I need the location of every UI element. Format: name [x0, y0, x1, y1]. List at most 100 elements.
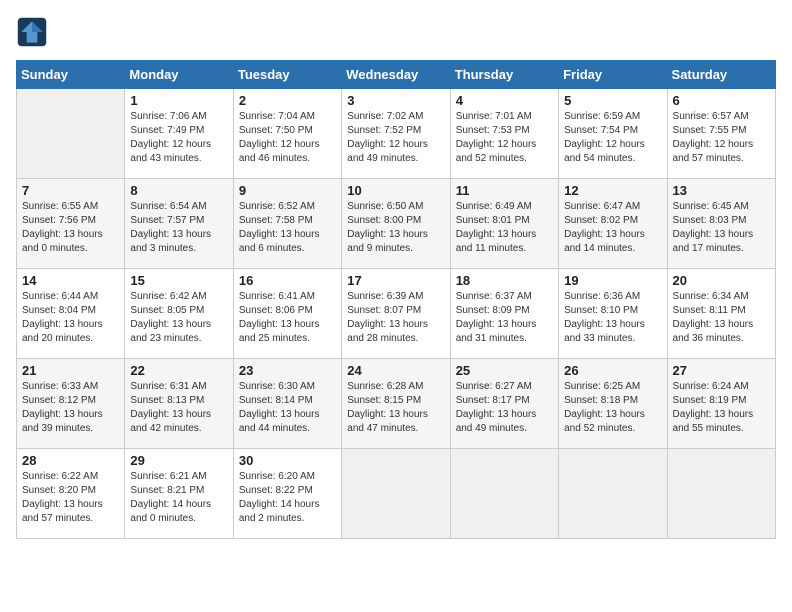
day-number: 20 — [673, 273, 770, 288]
day-number: 1 — [130, 93, 227, 108]
day-info: Sunrise: 6:57 AMSunset: 7:55 PMDaylight:… — [673, 110, 770, 166]
calendar-cell: 29 Sunrise: 6:21 AMSunset: 8:21 PMDayligh… — [125, 449, 233, 539]
calendar-cell: 9 Sunrise: 6:52 AMSunset: 7:58 PMDaylight… — [233, 179, 341, 269]
day-number: 2 — [239, 93, 336, 108]
day-number: 9 — [239, 183, 336, 198]
day-info: Sunrise: 6:31 AMSunset: 8:13 PMDaylight:… — [130, 380, 227, 436]
calendar-cell: 6 Sunrise: 6:57 AMSunset: 7:55 PMDaylight… — [667, 89, 775, 179]
calendar-cell — [559, 449, 667, 539]
calendar-cell: 7Sunrise: 6:55 AMSunset: 7:56 PMDaylight… — [17, 179, 125, 269]
calendar-cell: 10 Sunrise: 6:50 AMSunset: 8:00 PMDayligh… — [342, 179, 450, 269]
day-info: Sunrise: 6:59 AMSunset: 7:54 PMDaylight:… — [564, 110, 661, 166]
day-info: Sunrise: 6:49 AMSunset: 8:01 PMDaylight:… — [456, 200, 553, 256]
day-info: Sunrise: 6:52 AMSunset: 7:58 PMDaylight:… — [239, 200, 336, 256]
calendar-cell: 2 Sunrise: 7:04 AMSunset: 7:50 PMDaylight… — [233, 89, 341, 179]
column-header-tuesday: Tuesday — [233, 61, 341, 89]
day-info: Sunrise: 6:47 AMSunset: 8:02 PMDaylight:… — [564, 200, 661, 256]
day-info: Sunrise: 6:20 AMSunset: 8:22 PMDaylight:… — [239, 470, 336, 526]
calendar-cell: 22 Sunrise: 6:31 AMSunset: 8:13 PMDayligh… — [125, 359, 233, 449]
day-number: 22 — [130, 363, 227, 378]
column-header-monday: Monday — [125, 61, 233, 89]
day-info: Sunrise: 6:33 AMSunset: 8:12 PMDaylight:… — [22, 380, 119, 436]
day-info: Sunrise: 6:36 AMSunset: 8:10 PMDaylight:… — [564, 290, 661, 346]
day-info: Sunrise: 7:01 AMSunset: 7:53 PMDaylight:… — [456, 110, 553, 166]
day-info: Sunrise: 6:28 AMSunset: 8:15 PMDaylight:… — [347, 380, 444, 436]
calendar-cell: 28 Sunrise: 6:22 AMSunset: 8:20 PMDayligh… — [17, 449, 125, 539]
calendar-cell — [450, 449, 558, 539]
day-number: 16 — [239, 273, 336, 288]
column-header-wednesday: Wednesday — [342, 61, 450, 89]
day-info: Sunrise: 6:21 AMSunset: 8:21 PMDaylight:… — [130, 470, 227, 526]
calendar-cell — [342, 449, 450, 539]
calendar-cell: 1 Sunrise: 7:06 AMSunset: 7:49 PMDaylight… — [125, 89, 233, 179]
calendar-week-row: 21 Sunrise: 6:33 AMSunset: 8:12 PMDayligh… — [17, 359, 776, 449]
calendar-week-row: 28 Sunrise: 6:22 AMSunset: 8:20 PMDayligh… — [17, 449, 776, 539]
calendar-cell: 15 Sunrise: 6:42 AMSunset: 8:05 PMDayligh… — [125, 269, 233, 359]
day-info: Sunrise: 6:54 AMSunset: 7:57 PMDaylight:… — [130, 200, 227, 256]
day-number: 13 — [673, 183, 770, 198]
day-info: Sunrise: 6:42 AMSunset: 8:05 PMDaylight:… — [130, 290, 227, 346]
day-number: 12 — [564, 183, 661, 198]
day-number: 3 — [347, 93, 444, 108]
calendar-cell: 12 Sunrise: 6:47 AMSunset: 8:02 PMDayligh… — [559, 179, 667, 269]
calendar-cell — [667, 449, 775, 539]
calendar-week-row: 1 Sunrise: 7:06 AMSunset: 7:49 PMDaylight… — [17, 89, 776, 179]
day-info: Sunrise: 7:04 AMSunset: 7:50 PMDaylight:… — [239, 110, 336, 166]
day-info: Sunrise: 6:25 AMSunset: 8:18 PMDaylight:… — [564, 380, 661, 436]
day-info: Sunrise: 6:34 AMSunset: 8:11 PMDaylight:… — [673, 290, 770, 346]
day-number: 14 — [22, 273, 119, 288]
calendar-week-row: 14 Sunrise: 6:44 AMSunset: 8:04 PMDayligh… — [17, 269, 776, 359]
day-number: 4 — [456, 93, 553, 108]
day-number: 18 — [456, 273, 553, 288]
logo — [16, 16, 52, 48]
day-info: Sunrise: 6:44 AMSunset: 8:04 PMDaylight:… — [22, 290, 119, 346]
day-info: Sunrise: 6:24 AMSunset: 8:19 PMDaylight:… — [673, 380, 770, 436]
day-info: Sunrise: 6:27 AMSunset: 8:17 PMDaylight:… — [456, 380, 553, 436]
calendar-cell: 8 Sunrise: 6:54 AMSunset: 7:57 PMDaylight… — [125, 179, 233, 269]
day-info: Sunrise: 7:06 AMSunset: 7:49 PMDaylight:… — [130, 110, 227, 166]
column-header-saturday: Saturday — [667, 61, 775, 89]
logo-icon — [16, 16, 48, 48]
day-number: 26 — [564, 363, 661, 378]
calendar-cell: 21 Sunrise: 6:33 AMSunset: 8:12 PMDayligh… — [17, 359, 125, 449]
day-info: Sunrise: 7:02 AMSunset: 7:52 PMDaylight:… — [347, 110, 444, 166]
calendar-cell: 4 Sunrise: 7:01 AMSunset: 7:53 PMDaylight… — [450, 89, 558, 179]
calendar-cell: 27 Sunrise: 6:24 AMSunset: 8:19 PMDayligh… — [667, 359, 775, 449]
calendar-cell: 26 Sunrise: 6:25 AMSunset: 8:18 PMDayligh… — [559, 359, 667, 449]
day-info: Sunrise: 6:37 AMSunset: 8:09 PMDaylight:… — [456, 290, 553, 346]
calendar-cell: 19Sunrise: 6:36 AMSunset: 8:10 PMDayligh… — [559, 269, 667, 359]
day-number: 17 — [347, 273, 444, 288]
day-number: 27 — [673, 363, 770, 378]
day-number: 24 — [347, 363, 444, 378]
calendar-cell: 14 Sunrise: 6:44 AMSunset: 8:04 PMDayligh… — [17, 269, 125, 359]
day-number: 21 — [22, 363, 119, 378]
calendar-cell: 3 Sunrise: 7:02 AMSunset: 7:52 PMDaylight… — [342, 89, 450, 179]
calendar-table: SundayMondayTuesdayWednesdayThursdayFrid… — [16, 60, 776, 539]
calendar-cell: 23Sunrise: 6:30 AMSunset: 8:14 PMDayligh… — [233, 359, 341, 449]
day-number: 6 — [673, 93, 770, 108]
calendar-cell: 16 Sunrise: 6:41 AMSunset: 8:06 PMDayligh… — [233, 269, 341, 359]
calendar-header-row: SundayMondayTuesdayWednesdayThursdayFrid… — [17, 61, 776, 89]
day-info: Sunrise: 6:30 AMSunset: 8:14 PMDaylight:… — [239, 380, 336, 436]
day-number: 30 — [239, 453, 336, 468]
calendar-cell: 24 Sunrise: 6:28 AMSunset: 8:15 PMDayligh… — [342, 359, 450, 449]
calendar-cell: 17Sunrise: 6:39 AMSunset: 8:07 PMDayligh… — [342, 269, 450, 359]
calendar-cell: 18 Sunrise: 6:37 AMSunset: 8:09 PMDayligh… — [450, 269, 558, 359]
day-number: 8 — [130, 183, 227, 198]
column-header-friday: Friday — [559, 61, 667, 89]
day-info: Sunrise: 6:22 AMSunset: 8:20 PMDaylight:… — [22, 470, 119, 526]
day-number: 15 — [130, 273, 227, 288]
day-info: Sunrise: 6:50 AMSunset: 8:00 PMDaylight:… — [347, 200, 444, 256]
day-info: Sunrise: 6:45 AMSunset: 8:03 PMDaylight:… — [673, 200, 770, 256]
day-number: 5 — [564, 93, 661, 108]
page-header — [16, 16, 776, 48]
calendar-cell: 20 Sunrise: 6:34 AMSunset: 8:11 PMDayligh… — [667, 269, 775, 359]
day-number: 25 — [456, 363, 553, 378]
day-number: 10 — [347, 183, 444, 198]
day-number: 28 — [22, 453, 119, 468]
day-number: 29 — [130, 453, 227, 468]
day-info: Sunrise: 6:41 AMSunset: 8:06 PMDaylight:… — [239, 290, 336, 346]
column-header-thursday: Thursday — [450, 61, 558, 89]
column-header-sunday: Sunday — [17, 61, 125, 89]
calendar-cell: 30 Sunrise: 6:20 AMSunset: 8:22 PMDayligh… — [233, 449, 341, 539]
